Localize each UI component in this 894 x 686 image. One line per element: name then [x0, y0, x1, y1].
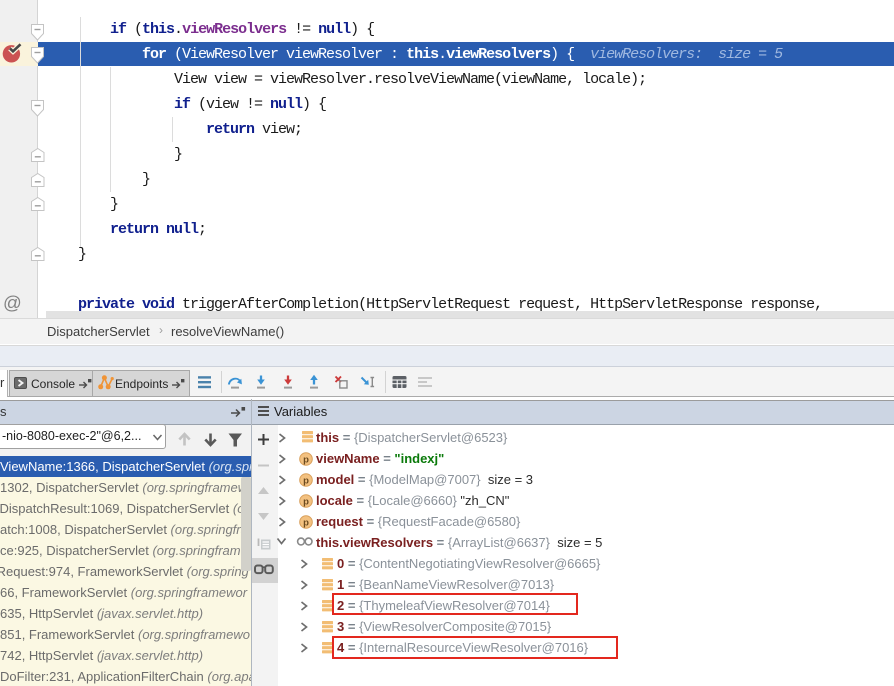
svg-text:p: p — [303, 475, 309, 486]
svg-text:p: p — [303, 496, 309, 507]
svg-text:p: p — [303, 454, 309, 465]
svg-text:p: p — [303, 517, 309, 528]
